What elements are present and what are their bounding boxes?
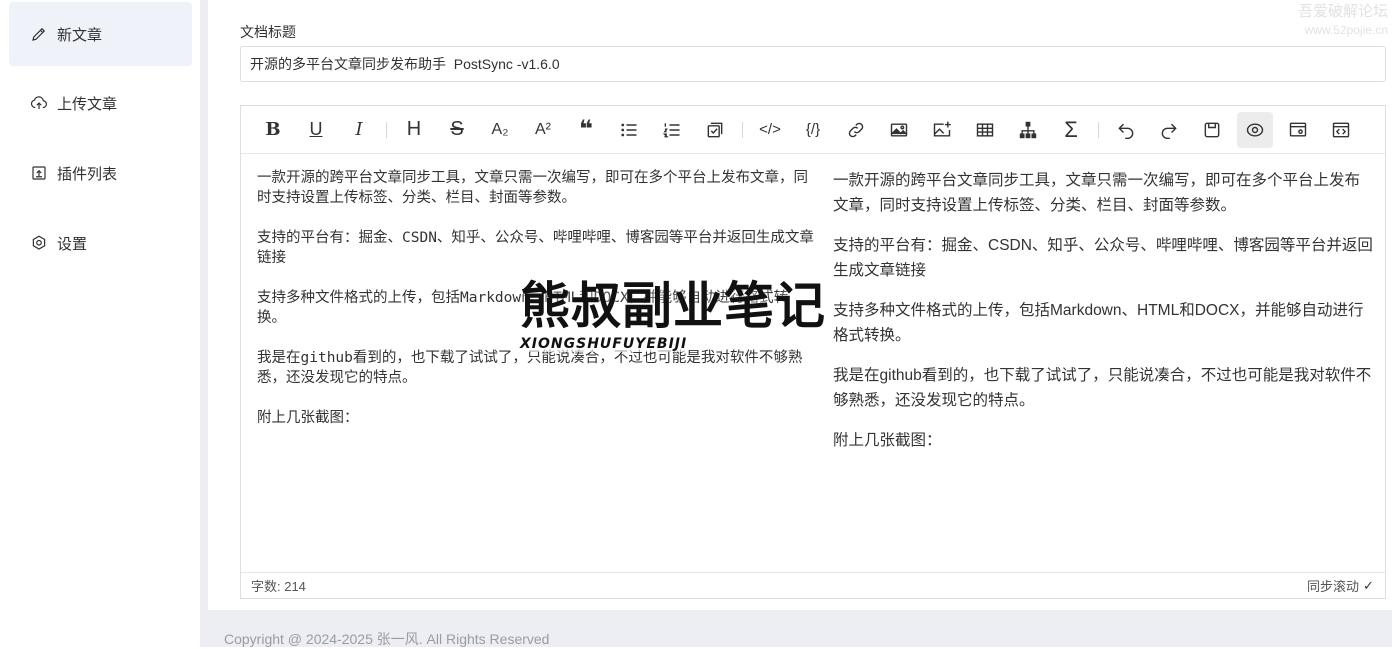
image-add-glyph [933, 121, 951, 137]
sync-scroll-label: 同步滚动 [1306, 579, 1359, 594]
pane-splitter [817, 154, 818, 574]
undo-icon[interactable] [1108, 112, 1144, 148]
source-paragraph: 支持的平台有：掘金、CSDN、知乎、公众号、哔哩哔哩、博客园等平台并返回生成文章… [257, 230, 814, 266]
html-preview-icon[interactable] [1280, 112, 1316, 148]
sync-scroll-checkbox[interactable]: ✓ [1363, 579, 1375, 592]
preview-paragraph: 附上几张截图： [833, 432, 942, 449]
upload-cloud-icon [30, 96, 47, 109]
quote-icon[interactable]: ❝ [568, 112, 604, 148]
strikethrough-icon[interactable]: S [439, 112, 475, 148]
sidebar-item-settings[interactable]: 设置 [9, 211, 192, 275]
preview-glyph [1246, 122, 1264, 137]
footer: Copyright @ 2024-2025 张一风. All Rights Re… [208, 610, 1392, 647]
source-glyph [1332, 122, 1350, 137]
markdown-source-pane[interactable]: 一款开源的跨平台文章同步工具，文章只需一次编写，即可在多个平台上发布文章，同时支… [257, 168, 817, 448]
corner-watermark-line1: 吾爱破解论坛 [1297, 3, 1388, 20]
sidebar-item-upload-article[interactable]: 上传文章 [9, 71, 192, 135]
preview-paragraph: 支持多种文件格式的上传，包括Markdown、HTML和DOCX，并能够自动进行… [833, 302, 1364, 344]
source-paragraph: 一款开源的跨平台文章同步工具，文章只需一次编写，即可在多个平台上发布文章，同时支… [257, 170, 808, 206]
redo-glyph [1161, 123, 1177, 139]
source-paragraph: 附上几张截图： [257, 410, 359, 426]
image-glyph [890, 122, 908, 137]
markdown-preview-pane: 一款开源的跨平台文章同步工具，文章只需一次编写，即可在多个平台上发布文章，同时支… [833, 168, 1373, 468]
bold-icon[interactable]: B [255, 112, 291, 148]
corner-watermark-line2: www.52pojie.cn [1304, 23, 1388, 37]
ordered-list-glyph [662, 122, 680, 137]
title-input[interactable] [240, 46, 1386, 82]
preview-paragraph: 一款开源的跨平台文章同步工具，文章只需一次编写，即可在多个平台上发布文章，同时支… [833, 172, 1361, 214]
mermaid-glyph [1019, 121, 1037, 138]
code-block-icon[interactable]: {/} [795, 112, 831, 148]
table-glyph [976, 122, 994, 137]
html-preview-glyph [1289, 122, 1307, 137]
editor-toolbar: B U I H S A₂ A² ❝ </> {/} Σ [241, 106, 1385, 154]
underline-icon[interactable]: U [298, 112, 334, 148]
link-glyph [848, 122, 864, 137]
redo-icon[interactable] [1151, 112, 1187, 148]
editor-statusbar: 字数: 214 同步滚动 ✓ [241, 572, 1385, 598]
sync-scroll-toggle[interactable]: 同步滚动 ✓ [1307, 576, 1375, 595]
link-icon[interactable] [838, 112, 874, 148]
task-list-icon[interactable] [697, 112, 733, 148]
unordered-list-glyph [621, 123, 637, 136]
image-icon[interactable] [881, 112, 917, 148]
heading-icon[interactable]: H [396, 112, 432, 148]
sidebar: 新文章 上传文章 插件列表 设置 [0, 0, 200, 647]
sidebar-item-label: 上传文章 [57, 95, 118, 113]
formula-icon[interactable]: Σ [1053, 112, 1089, 148]
source-icon[interactable] [1323, 112, 1359, 148]
image-add-icon[interactable] [924, 112, 960, 148]
sidebar-item-new-article[interactable]: 新文章 [9, 2, 192, 66]
preview-icon[interactable] [1237, 111, 1273, 148]
superscript-icon[interactable]: A² [525, 112, 561, 148]
sidebar-divider [200, 0, 208, 647]
table-icon[interactable] [967, 112, 1003, 148]
toolbar-divider [1098, 121, 1099, 138]
sidebar-item-label: 插件列表 [57, 165, 118, 183]
save-icon[interactable] [1194, 112, 1230, 148]
sidebar-item-label: 新文章 [57, 26, 103, 44]
word-count: 字数: 214 [251, 579, 306, 594]
plugin-box-icon [32, 166, 46, 180]
save-glyph [1204, 122, 1220, 137]
pencil-icon [32, 27, 46, 41]
mermaid-icon[interactable] [1010, 112, 1046, 148]
task-list-glyph [707, 122, 723, 137]
main-content: 文档标题 B U I H S A₂ A² ❝ </> {/} [208, 0, 1392, 647]
subscript-icon[interactable]: A₂ [482, 112, 518, 148]
unordered-list-icon[interactable] [611, 112, 647, 148]
copyright-text: Copyright @ 2024-2025 张一风. All Rights Re… [224, 631, 550, 647]
title-label: 文档标题 [240, 24, 296, 40]
sidebar-item-plugin-list[interactable]: 插件列表 [9, 141, 192, 205]
source-paragraph: 支持多种文件格式的上传，包括Markdown、HTML和DOCX，并能够自动进行… [257, 290, 789, 326]
sidebar-item-label: 设置 [57, 235, 88, 253]
toolbar-divider [742, 121, 743, 138]
source-paragraph: 我是在github看到的，也下载了试试了，只能说凑合，不过也可能是我对软件不够熟… [257, 350, 803, 386]
gear-icon [32, 235, 46, 250]
ordered-list-icon[interactable] [654, 112, 690, 148]
markdown-editor: B U I H S A₂ A² ❝ </> {/} Σ 一款开源的跨平台文章同步… [240, 105, 1386, 599]
corner-watermark: 吾爱破解论坛 www.52pojie.cn [1298, 2, 1388, 40]
preview-paragraph: 我是在github看到的，也下载了试试了，只能说凑合，不过也可能是我对软件不够熟… [833, 367, 1372, 409]
italic-icon[interactable]: I [341, 112, 377, 148]
code-icon[interactable]: </> [752, 112, 788, 148]
preview-paragraph: 支持的平台有：掘金、CSDN、知乎、公众号、哔哩哔哩、博客园等平台并返回生成文章… [833, 237, 1373, 279]
undo-glyph [1118, 123, 1134, 139]
toolbar-divider [386, 121, 387, 138]
